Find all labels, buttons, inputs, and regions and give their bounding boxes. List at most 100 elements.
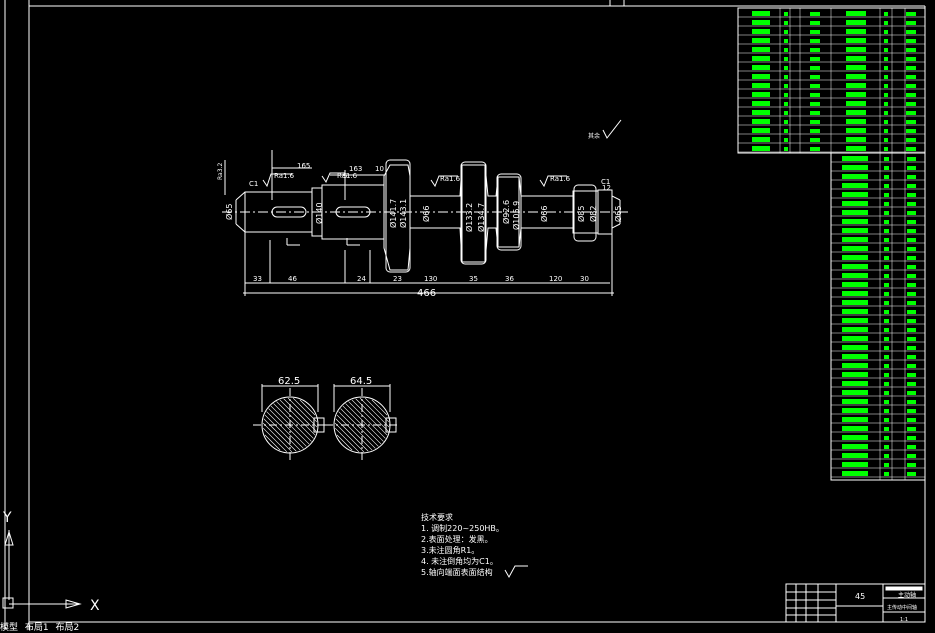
table-cell-fill	[752, 146, 770, 151]
table-cell-fill	[884, 57, 888, 61]
table-cell-fill	[884, 454, 889, 458]
layout-tabs: 模型 布局1 布局2	[0, 620, 83, 633]
table-cell-fill	[842, 462, 868, 467]
table-cell-fill	[884, 175, 889, 179]
part-name: 主动轴	[898, 591, 916, 599]
table-cell-fill	[884, 382, 889, 386]
table-cell-fill	[884, 400, 889, 404]
table-cell-fill	[907, 373, 916, 377]
dim-label: 165	[297, 162, 310, 170]
table-cell-fill	[884, 21, 888, 25]
table-cell-fill	[907, 454, 916, 458]
table-cell-fill	[884, 364, 889, 368]
part-subname: 主传动中间轴	[887, 604, 917, 611]
table-cell-fill	[842, 237, 868, 242]
dim-label: C1	[249, 180, 258, 188]
table-cell-fill	[884, 102, 888, 106]
table-cell-fill	[842, 183, 868, 188]
table-cell-fill	[884, 111, 888, 115]
table-cell-fill	[906, 129, 916, 133]
dim-label: 12	[602, 184, 611, 192]
table-cell-fill	[842, 408, 868, 413]
table-cell-fill	[752, 101, 770, 106]
table-cell-fill	[907, 319, 916, 323]
table-cell-fill	[784, 21, 788, 25]
table-cell-fill	[842, 399, 868, 404]
dim-label: Ø65	[613, 206, 623, 222]
table-cell-fill	[907, 418, 916, 422]
table-cell-fill	[842, 426, 868, 431]
table-cell-fill	[884, 93, 888, 97]
table-cell-fill	[884, 147, 888, 151]
table-cell-fill	[884, 373, 889, 377]
table-cell-fill	[784, 57, 788, 61]
table-cell-fill	[907, 229, 916, 233]
table-cell-fill	[810, 75, 820, 79]
table-cell-fill	[846, 83, 866, 88]
ucs-y-label: Y	[2, 510, 12, 526]
table-cell-fill	[810, 12, 820, 16]
table-cell-fill	[842, 354, 868, 359]
table-cell-fill	[842, 174, 868, 179]
table-cell-fill	[907, 265, 916, 269]
dim-label: 33	[253, 275, 262, 283]
table-cell-fill	[884, 346, 889, 350]
dim-label: 23	[393, 275, 402, 283]
table-cell-fill	[810, 48, 820, 52]
tab-layout1[interactable]: 布局1	[25, 623, 49, 633]
table-cell-fill	[907, 310, 916, 314]
table-cell-fill	[846, 146, 866, 151]
table-cell-fill	[907, 202, 916, 206]
tab-layout2[interactable]: 布局2	[56, 623, 80, 633]
table-cell-fill	[907, 166, 916, 170]
table-cell-fill	[842, 336, 868, 341]
table-cell-fill	[784, 138, 788, 142]
dim-label: 120	[549, 275, 562, 283]
table-cell-fill	[842, 255, 868, 260]
tab-model[interactable]: 模型	[0, 623, 18, 633]
dim-label: 36	[505, 275, 514, 283]
table-cell-fill	[846, 110, 866, 115]
table-cell-fill	[752, 110, 770, 115]
table-cell-fill	[846, 119, 866, 124]
table-cell-fill	[884, 66, 888, 70]
table-cell-fill	[907, 400, 916, 404]
scale-label: 1:1	[900, 617, 908, 623]
dim-label: Ø133.2	[464, 203, 474, 232]
table-cell-fill	[810, 57, 820, 61]
table-cell-fill	[842, 345, 868, 350]
dim-label: Ø85	[576, 206, 586, 222]
table-cell-fill	[842, 318, 868, 323]
table-cell-fill	[884, 436, 889, 440]
table-cell-fill	[884, 292, 889, 296]
table-cell-fill	[907, 274, 916, 278]
table-cell-fill	[846, 128, 866, 133]
table-cell-fill	[884, 328, 889, 332]
table-cell-fill	[810, 129, 820, 133]
table-cell-fill	[842, 165, 868, 170]
table-cell-fill	[884, 184, 889, 188]
table-cell-fill	[907, 175, 916, 179]
table-cell-fill	[784, 129, 788, 133]
table-cell-fill	[842, 453, 868, 458]
dim-label: 30	[580, 275, 589, 283]
table-cell-fill	[884, 427, 889, 431]
table-cell-fill	[846, 74, 866, 79]
table-cell-fill	[884, 120, 888, 124]
table-cell-fill	[884, 418, 889, 422]
table-cell-fill	[884, 30, 888, 34]
section-dim-62-5: 62.5	[278, 376, 300, 387]
table-cell-fill	[846, 47, 866, 52]
dim-label: Ø65	[224, 204, 234, 220]
table-cell-fill	[907, 391, 916, 395]
table-cell-fill	[906, 84, 916, 88]
table-cell-fill	[907, 445, 916, 449]
table-cell-fill	[906, 75, 916, 79]
dim-label: 其余	[588, 132, 600, 140]
table-cell-fill	[842, 309, 868, 314]
table-cell-fill	[842, 381, 868, 386]
table-cell-fill	[907, 382, 916, 386]
table-cell-fill	[810, 120, 820, 124]
dim-label: Ra3.2	[217, 163, 224, 180]
table-cell-fill	[784, 66, 788, 70]
